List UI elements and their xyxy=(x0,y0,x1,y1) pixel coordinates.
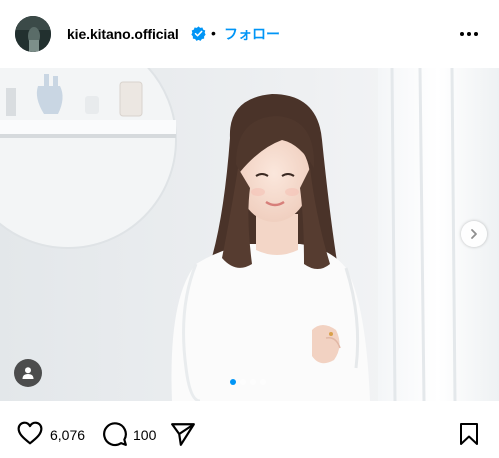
chevron-right-icon xyxy=(471,229,477,239)
post-photo xyxy=(0,68,499,401)
like-count[interactable]: 6,076 xyxy=(50,426,85,444)
tagged-users-button[interactable] xyxy=(14,359,42,387)
heart-icon[interactable] xyxy=(17,421,43,445)
separator-dot: • xyxy=(211,25,216,41)
carousel-indicator xyxy=(230,379,266,385)
share-icon[interactable] xyxy=(170,422,196,446)
comment-count[interactable]: 100 xyxy=(133,426,156,444)
verified-badge-icon xyxy=(191,26,206,41)
action-bar: 6,076 100 xyxy=(0,401,499,458)
post-image[interactable] xyxy=(0,68,499,401)
carousel-dot xyxy=(260,379,266,385)
bookmark-icon[interactable] xyxy=(459,422,479,446)
carousel-dot xyxy=(250,379,256,385)
follow-button[interactable]: フォロー xyxy=(224,25,280,43)
post-header: kie.kitano.official • フォロー xyxy=(0,0,499,68)
username[interactable]: kie.kitano.official xyxy=(67,25,179,43)
carousel-dot-active xyxy=(230,379,236,385)
more-options-icon[interactable] xyxy=(458,26,480,42)
comment-icon[interactable] xyxy=(102,421,128,447)
avatar[interactable] xyxy=(15,16,51,52)
carousel-dot xyxy=(240,379,246,385)
next-slide-button[interactable] xyxy=(461,221,487,247)
user-tag-icon xyxy=(22,367,34,379)
